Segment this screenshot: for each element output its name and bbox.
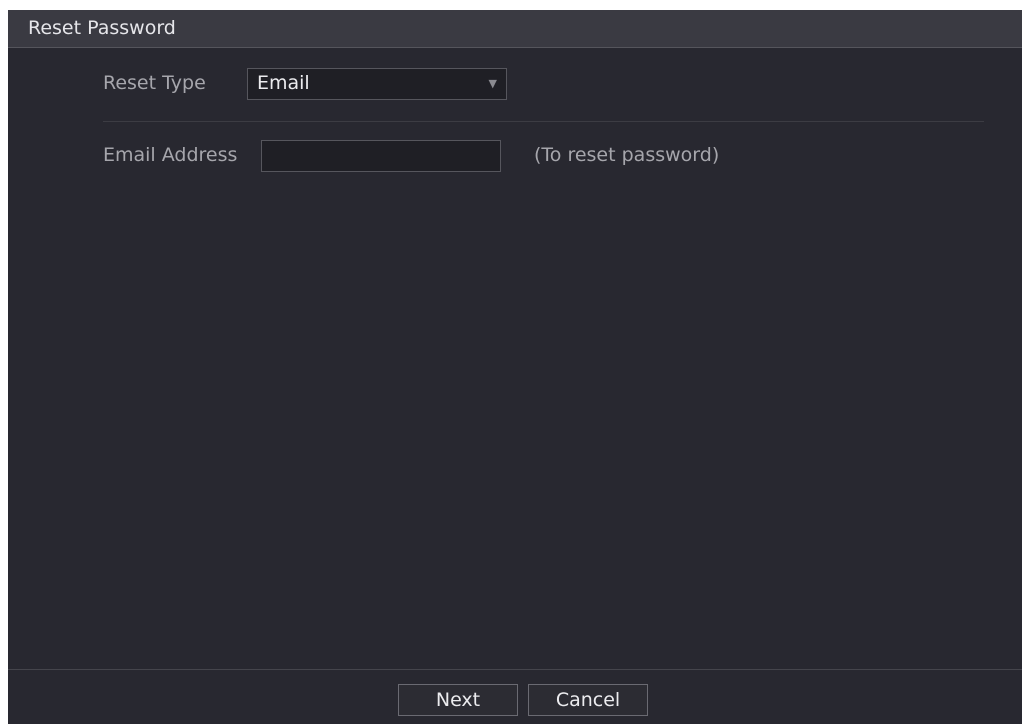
dialog-title: Reset Password <box>28 17 176 39</box>
cancel-button[interactable]: Cancel <box>528 684 648 716</box>
email-address-label: Email Address <box>103 144 238 166</box>
reset-type-select[interactable]: Email ▼ <box>247 68 507 100</box>
email-hint-text: (To reset password) <box>534 144 720 166</box>
reset-type-label: Reset Type <box>103 72 206 94</box>
email-address-input[interactable] <box>261 140 501 172</box>
reset-type-value: Email <box>257 72 310 94</box>
chevron-down-icon: ▼ <box>488 77 497 90</box>
footer-divider <box>8 669 1022 670</box>
dialog-titlebar: Reset Password <box>8 10 1022 48</box>
reset-password-dialog: Reset Password Reset Type Email ▼ Email … <box>8 10 1022 724</box>
form-divider <box>103 121 984 122</box>
next-button[interactable]: Next <box>398 684 518 716</box>
